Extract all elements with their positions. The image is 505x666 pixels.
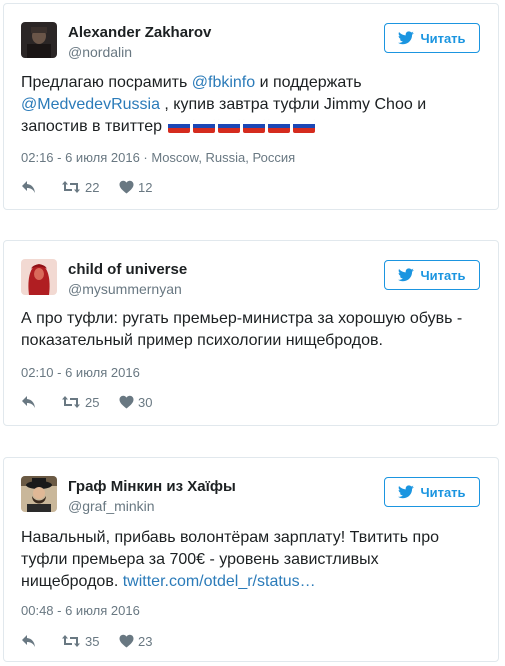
avatar[interactable] — [21, 22, 57, 58]
tweet-text: А про туфли: ругать премьер-министра за … — [21, 310, 463, 349]
follow-button[interactable]: Читать — [384, 23, 480, 53]
author-name[interactable]: Alexander Zakharov — [68, 24, 211, 41]
location[interactable]: · Moscow, Russia, Россия — [140, 150, 295, 165]
like-button[interactable]: 12 — [119, 180, 156, 195]
russian-flag-emoji — [168, 119, 191, 133]
follow-label: Читать — [420, 484, 466, 500]
twitter-bird-icon — [398, 268, 415, 282]
heart-icon — [119, 395, 134, 409]
tweet-meta: 02:10 - 6 июля 2016 — [21, 365, 140, 380]
reply-icon — [22, 396, 35, 408]
reply-button[interactable] — [21, 180, 41, 194]
follow-label: Читать — [420, 267, 466, 283]
russian-flag-emoji — [293, 119, 316, 133]
heart-icon — [119, 634, 134, 648]
mention-link[interactable]: @fbkinfo — [192, 74, 255, 91]
mention-link[interactable]: @MedvedevRussia — [21, 96, 160, 113]
like-button[interactable]: 23 — [119, 634, 156, 649]
retweet-icon — [62, 635, 80, 647]
tweet-card[interactable]: Граф Mінкин из Хаїфы @graf_minkin Читать… — [3, 457, 499, 662]
timestamp-link[interactable]: 02:16 - 6 июля 2016 — [21, 150, 140, 165]
heart-icon — [119, 180, 134, 194]
follow-button[interactable]: Читать — [384, 260, 480, 290]
reply-button[interactable] — [21, 634, 41, 648]
tweet-card[interactable]: Alexander Zakharov @nordalin Читать Пред… — [3, 3, 499, 210]
tweet-actions: 35 23 — [21, 631, 156, 651]
tweet-actions: 22 12 — [21, 177, 156, 197]
tweet-meta: 00:48 - 6 июля 2016 — [21, 603, 140, 618]
follow-button[interactable]: Читать — [384, 477, 480, 507]
like-count: 23 — [138, 633, 153, 649]
retweet-icon — [62, 181, 80, 193]
retweet-button[interactable]: 25 — [61, 395, 103, 410]
retweet-icon — [62, 396, 80, 408]
tweet-text: Навальный, прибавь волонтёрам зарплату! … — [21, 527, 478, 593]
russian-flag-emoji — [193, 119, 216, 133]
retweet-count: 35 — [85, 633, 100, 649]
reply-icon — [22, 181, 35, 193]
like-count: 12 — [138, 179, 153, 195]
follow-label: Читать — [420, 30, 466, 46]
author-handle[interactable]: @graf_minkin — [68, 498, 155, 514]
author-handle[interactable]: @nordalin — [68, 44, 132, 60]
flag-emoji-row — [168, 119, 316, 133]
avatar[interactable] — [21, 259, 57, 295]
retweet-button[interactable]: 22 — [61, 180, 103, 195]
retweet-count: 25 — [85, 394, 100, 410]
author-name[interactable]: child of universe — [68, 261, 187, 278]
author-handle[interactable]: @mysummernyan — [68, 281, 182, 297]
like-button[interactable]: 30 — [119, 395, 156, 410]
russian-flag-emoji — [218, 119, 241, 133]
russian-flag-emoji — [268, 119, 291, 133]
tweet-card[interactable]: child of universe @mysummernyan Читать А… — [3, 240, 499, 426]
url-link[interactable]: twitter.com/otdel_r/status… — [123, 573, 316, 590]
tweet-text: Предлагаю посрамить @fbkinfo и поддержат… — [21, 72, 478, 138]
reply-button[interactable] — [21, 395, 41, 409]
twitter-bird-icon — [398, 485, 415, 499]
reply-icon — [22, 635, 35, 647]
tweet-actions: 25 30 — [21, 392, 156, 412]
author-name[interactable]: Граф Mінкин из Хаїфы — [68, 478, 236, 495]
tweet-meta: 02:16 - 6 июля 2016 · Moscow, Russia, Ро… — [21, 150, 295, 165]
tweet-text-part: и поддержать — [255, 74, 362, 91]
tweet-text-part: Предлагаю посрамить — [21, 74, 192, 91]
timestamp-link[interactable]: 02:10 - 6 июля 2016 — [21, 365, 140, 380]
like-count: 30 — [138, 394, 153, 410]
timestamp-link[interactable]: 00:48 - 6 июля 2016 — [21, 603, 140, 618]
twitter-bird-icon — [398, 31, 415, 45]
retweet-count: 22 — [85, 179, 100, 195]
avatar[interactable] — [21, 476, 57, 512]
russian-flag-emoji — [243, 119, 266, 133]
retweet-button[interactable]: 35 — [61, 634, 103, 649]
